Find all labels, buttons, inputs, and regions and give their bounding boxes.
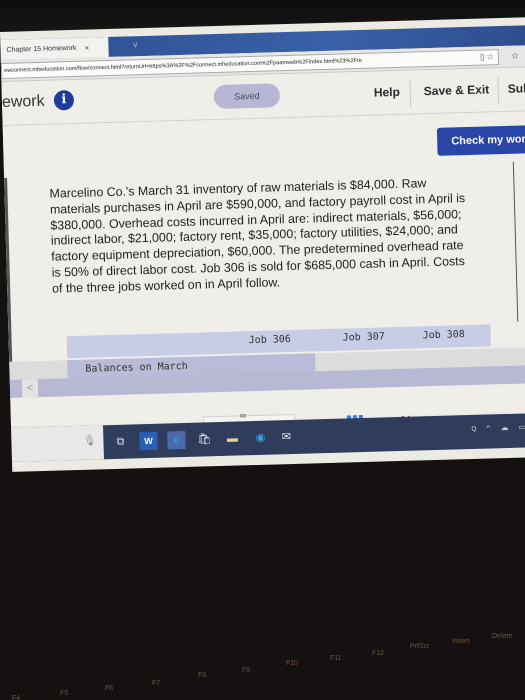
safari-compass-icon[interactable]: ◉ — [251, 429, 269, 447]
question-content: Check my wor Marcelino Co.'s March 31 in… — [2, 110, 525, 447]
task-view-icon[interactable]: ⧉ — [111, 433, 129, 451]
key-label: PrtScr — [410, 643, 430, 650]
screen: Chapter 15 Homework × ∨ ewconnect.mheduc… — [0, 16, 525, 472]
file-explorer-icon[interactable]: ▬ — [223, 429, 241, 447]
key-label: F6 — [105, 685, 114, 692]
taskbar-search[interactable]: 🎙 — [11, 425, 104, 462]
submit-button[interactable]: Sub — [508, 81, 525, 96]
favorite-star-icon[interactable]: ☆ — [487, 52, 494, 61]
key-label: F10 — [286, 660, 299, 667]
saved-status-badge: Saved — [213, 83, 281, 110]
microphone-icon[interactable]: 🎙 — [83, 435, 96, 446]
tab-list-chevron-icon[interactable]: ∨ — [132, 40, 138, 49]
link-icon: ∞ — [239, 410, 247, 421]
favorites-icon[interactable]: ☆ — [511, 51, 519, 62]
key-label: F11 — [330, 655, 342, 662]
key-label: F4 — [12, 695, 21, 700]
url-text: ewconnect.mheducation.com/flow/connect.h… — [4, 57, 363, 74]
word-app-icon[interactable]: W — [139, 431, 158, 451]
store-icon[interactable]: 🛍 — [195, 430, 213, 448]
key-label: F5 — [60, 690, 69, 697]
system-tray-icons[interactable]: ꞯ ^ ☁ ▭ ◢ — [471, 421, 525, 434]
tab-title: Chapter 15 Homework — [6, 44, 77, 54]
question-text: Marcelino Co.'s March 31 inventory of ra… — [49, 176, 466, 296]
column-header-job-306: Job 306 — [248, 334, 292, 347]
column-header-job-308: Job 308 — [422, 329, 465, 342]
key-label: F9 — [242, 667, 251, 674]
tab-close-icon[interactable]: × — [84, 43, 89, 52]
reading-view-icon[interactable]: ▯ — [480, 52, 485, 61]
column-header-job-307: Job 307 — [342, 331, 385, 344]
save-exit-button[interactable]: Save & Exit — [424, 82, 490, 98]
key-label: F7 — [152, 680, 161, 687]
key-label: F8 — [198, 672, 207, 679]
scroll-left-icon[interactable]: < — [21, 379, 39, 398]
key-label: F12 — [372, 650, 385, 657]
info-icon[interactable]: i — [53, 89, 75, 111]
edge-browser-icon[interactable]: e — [167, 430, 186, 450]
key-label: Delete — [492, 633, 513, 640]
header-divider — [497, 76, 500, 105]
mail-icon[interactable]: ✉ — [277, 428, 295, 446]
check-my-work-button[interactable]: Check my wor — [436, 124, 525, 156]
header-divider — [409, 78, 412, 107]
key-label: Insert — [452, 638, 470, 645]
assignment-title: ework — [1, 92, 45, 111]
help-button[interactable]: Help — [374, 85, 400, 100]
panel-border — [512, 161, 519, 322]
